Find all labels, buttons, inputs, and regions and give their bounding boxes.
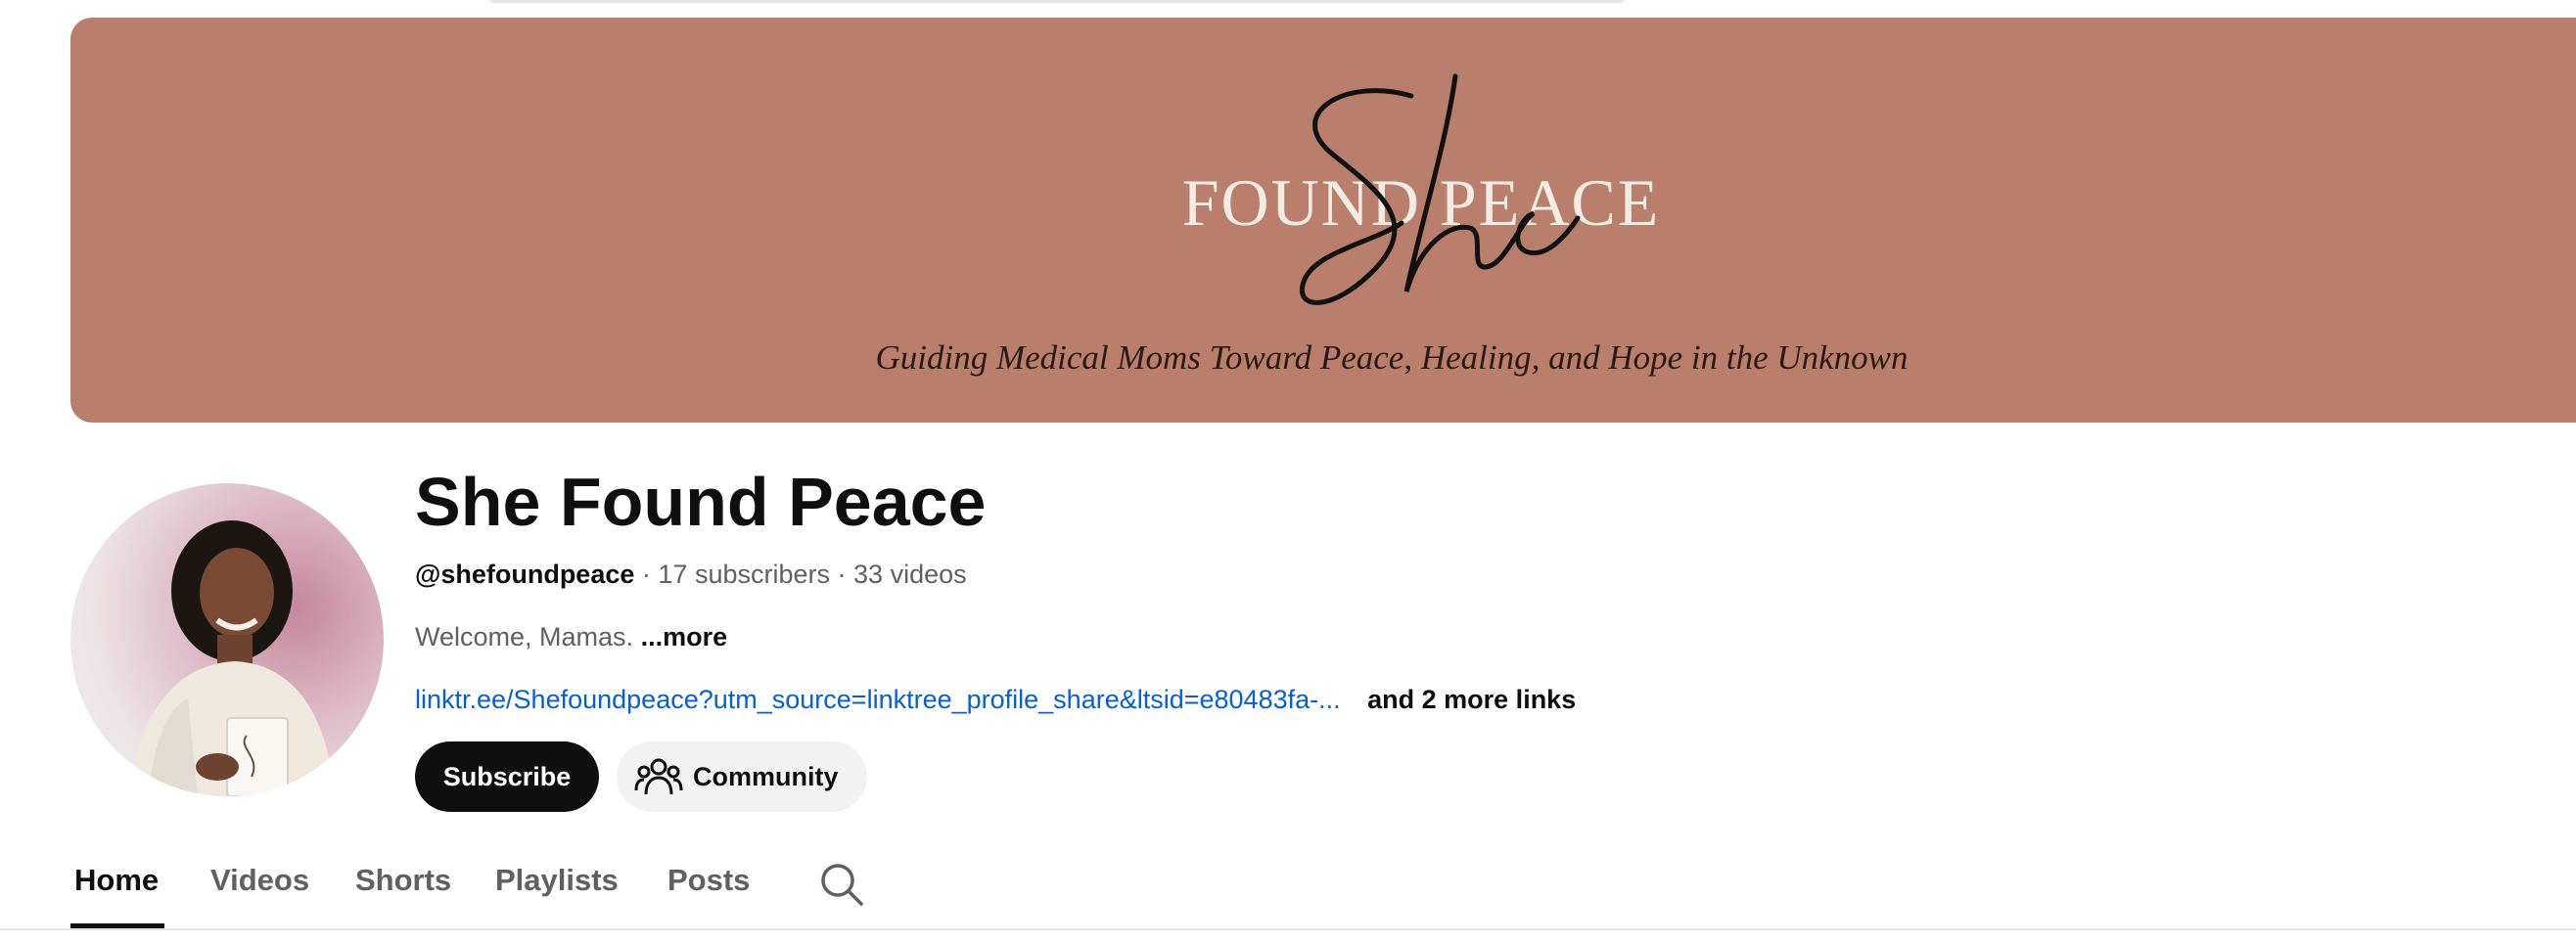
tabs-divider: [0, 928, 2576, 930]
meta-separator: ·: [641, 560, 651, 589]
description-text: Welcome, Mamas.: [415, 622, 634, 651]
community-button[interactable]: Community: [617, 741, 867, 812]
channel-primary-link[interactable]: linktr.ee/Shefoundpeace?utm_source=linkt…: [415, 685, 1341, 714]
channel-title: She Found Peace: [415, 464, 987, 540]
subscribe-label: Subscribe: [442, 761, 572, 791]
channel-tabs: Home Videos Shorts Playlists Posts: [0, 843, 2576, 931]
tab-videos[interactable]: Videos: [210, 863, 309, 898]
channel-banner: FOUND PEACE Guiding Medical Moms Toward …: [70, 18, 2576, 423]
people-icon: [634, 758, 683, 795]
search-icon[interactable]: [818, 861, 865, 908]
subscriber-count: 17 subscribers: [658, 560, 830, 589]
channel-avatar[interactable]: [70, 483, 384, 796]
tab-shorts[interactable]: Shorts: [355, 863, 451, 898]
channel-meta: @shefoundpeace · 17 subscribers · 33 vid…: [415, 558, 967, 591]
tab-posts[interactable]: Posts: [667, 863, 750, 898]
tab-home[interactable]: Home: [74, 863, 159, 898]
meta-separator: ·: [837, 560, 847, 589]
top-search-strip: [489, 0, 1625, 3]
video-count: 33 videos: [853, 560, 967, 589]
banner-script-logo: [1300, 73, 1581, 305]
tab-playlists[interactable]: Playlists: [495, 863, 619, 898]
subscribe-button[interactable]: Subscribe: [415, 741, 599, 812]
more-links-button[interactable]: and 2 more links: [1367, 685, 1576, 714]
channel-handle: @shefoundpeace: [415, 560, 635, 589]
profile-photo-icon: [129, 520, 335, 796]
banner-tagline: Guiding Medical Moms Toward Peace, Heali…: [875, 338, 1909, 377]
community-label: Community: [693, 761, 839, 791]
channel-links: linktr.ee/Shefoundpeace?utm_source=linkt…: [415, 683, 1576, 716]
channel-description: Welcome, Mamas. ...more: [415, 620, 727, 653]
description-more-link[interactable]: ...more: [641, 622, 728, 651]
